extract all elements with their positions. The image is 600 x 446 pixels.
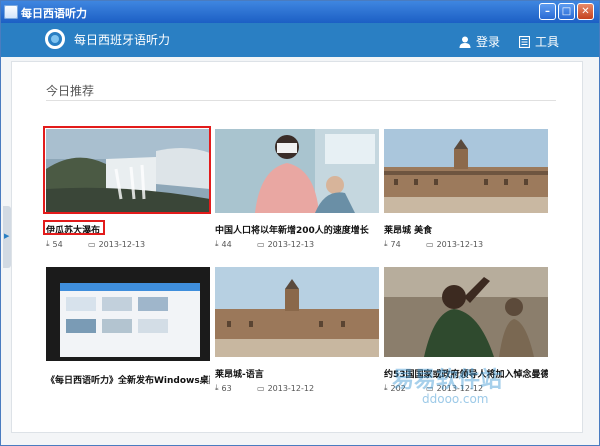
download-icon: ⤓: [215, 383, 219, 392]
calendar-icon: ▭: [257, 383, 265, 393]
article-card[interactable]: 伊瓜苏大瀑布 ⤓ 54 ▭ 2013-12-13: [43, 126, 211, 254]
section-divider: [46, 100, 556, 101]
article-meta: ⤓ 74 ▭ 2013-12-13: [384, 239, 483, 249]
article-title[interactable]: 伊瓜苏大瀑布: [46, 223, 210, 236]
title-bar[interactable]: 每日西语听力 – □ ✕: [1, 1, 599, 23]
tools-icon: [519, 35, 530, 48]
calendar-icon: ▭: [426, 239, 434, 249]
app-icon: [4, 5, 18, 19]
window-title: 每日西语听力: [21, 7, 87, 20]
maximize-button[interactable]: □: [558, 3, 575, 20]
download-count: 74: [390, 239, 401, 249]
section-title: 今日推荐: [46, 84, 95, 98]
side-expand-tab[interactable]: ▶: [3, 206, 11, 268]
minimize-button[interactable]: –: [539, 3, 556, 20]
article-thumbnail[interactable]: [384, 267, 548, 357]
article-date: 2013-12-13: [436, 239, 484, 249]
watermark-text: 易易软件站: [392, 368, 503, 393]
download-icon: ⤓: [384, 239, 388, 248]
article-card[interactable]: 莱昂城-语言 ⤓ 63 ▭ 2013-12-12: [215, 267, 379, 393]
article-meta: ⤓ 44 ▭ 2013-12-13: [215, 239, 314, 249]
download-icon: ⤓: [46, 239, 50, 248]
article-date: 2013-12-12: [267, 383, 315, 393]
login-label: 登录: [476, 35, 501, 49]
article-title[interactable]: 莱昂城-语言: [215, 367, 379, 380]
article-title[interactable]: 中国人口将以年新增200人的速度增长: [215, 223, 379, 236]
app-title: 每日西班牙语听力: [74, 33, 171, 47]
login-button[interactable]: 登录: [459, 33, 500, 50]
article-thumbnail[interactable]: [215, 267, 379, 357]
article-thumbnail[interactable]: [384, 129, 548, 213]
article-thumbnail[interactable]: [46, 267, 210, 361]
tools-button[interactable]: 工具: [519, 33, 559, 50]
article-card[interactable]: 中国人口将以年新增200人的速度增长 ⤓ 44 ▭ 2013-12-13: [215, 129, 379, 254]
calendar-icon: ▭: [88, 239, 96, 249]
article-title[interactable]: 莱昂城 美食: [384, 223, 548, 236]
calendar-icon: ▭: [257, 239, 265, 249]
article-title[interactable]: 《每日西语听力》全新发布Windows桌面版: [46, 373, 210, 386]
download-icon: ⤓: [384, 383, 388, 392]
watermark-subtext: ddooo.com: [422, 392, 489, 406]
download-count: 44: [221, 239, 232, 249]
article-meta: ⤓ 54 ▭ 2013-12-13: [46, 239, 145, 249]
download-icon: ⤓: [215, 239, 219, 248]
chevron-right-icon: ▶: [4, 232, 10, 240]
close-button[interactable]: ✕: [577, 3, 594, 20]
app-logo-icon: [45, 29, 65, 49]
download-count: 54: [52, 239, 63, 249]
article-meta: ⤓ 63 ▭ 2013-12-12: [215, 383, 314, 393]
article-date: 2013-12-13: [98, 239, 146, 249]
app-header: 每日西班牙语听力 登录 工具: [1, 23, 599, 57]
article-date: 2013-12-13: [267, 239, 315, 249]
article-thumbnail[interactable]: [215, 129, 379, 213]
main-content: 今日推荐 伊瓜苏大瀑布 ⤓ 54 ▭ 2013-12-13 中国人口将以年新增2…: [11, 61, 583, 433]
user-icon: [459, 36, 471, 48]
article-card[interactable]: 莱昂城 美食 ⤓ 74 ▭ 2013-12-13: [384, 129, 548, 254]
app-window: 每日西语听力 – □ ✕ 每日西班牙语听力 登录 工具 ▶ 今日推荐 伊瓜苏大瀑…: [0, 0, 600, 446]
download-count: 63: [221, 383, 232, 393]
article-thumbnail[interactable]: [46, 129, 210, 213]
tools-label: 工具: [535, 35, 560, 49]
article-card[interactable]: 《每日西语听力》全新发布Windows桌面版: [46, 267, 210, 392]
